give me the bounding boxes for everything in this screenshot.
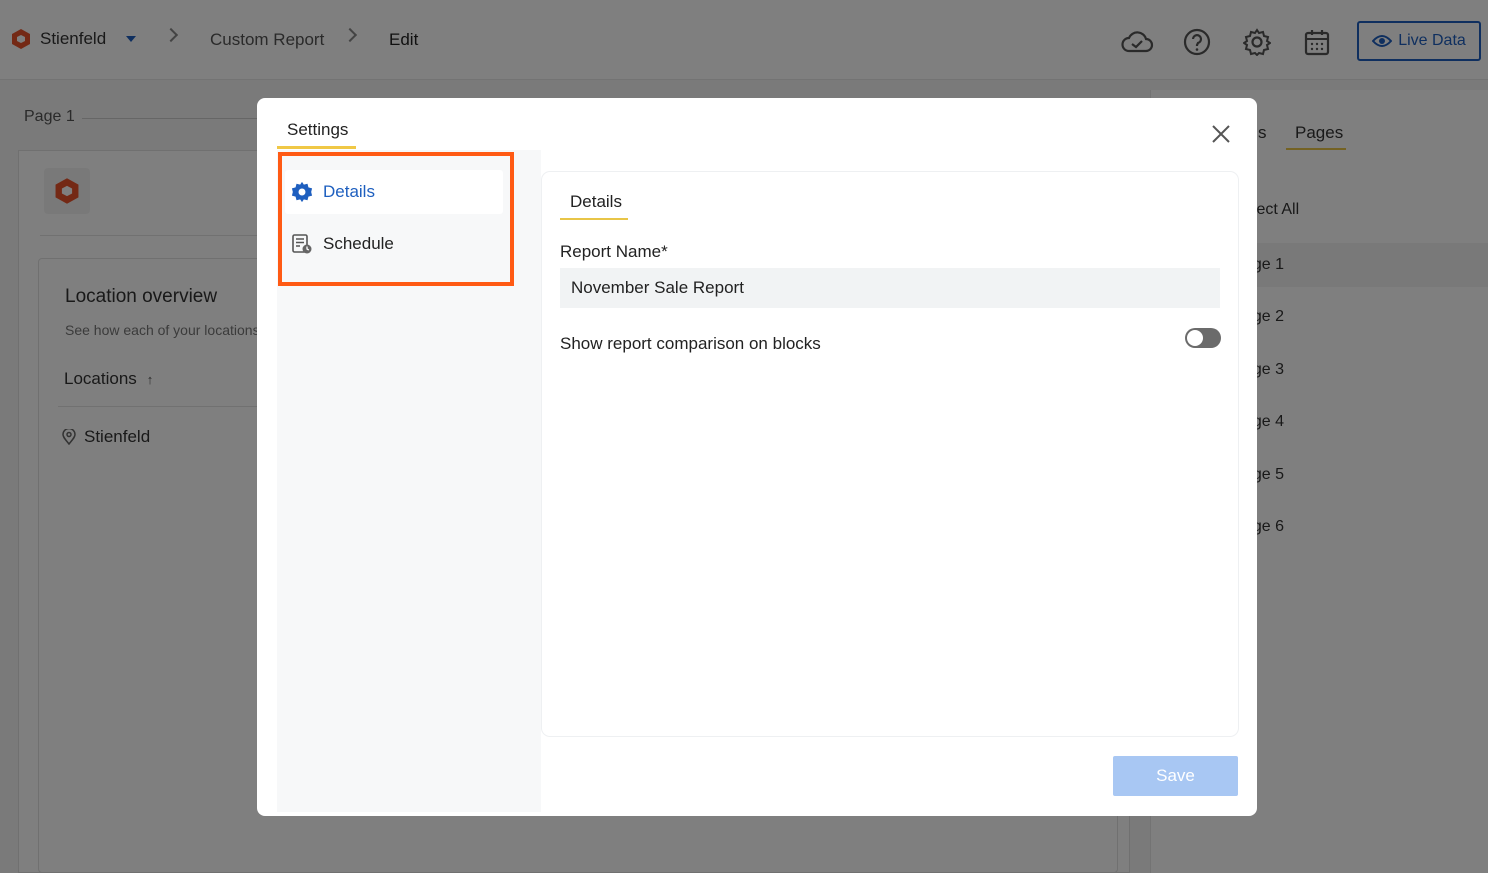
nav-item-details[interactable]: Details bbox=[285, 170, 503, 214]
tab-underline bbox=[560, 218, 628, 220]
nav-item-label: Details bbox=[323, 182, 375, 201]
nav-item-label: Schedule bbox=[323, 234, 394, 253]
toggle-knob bbox=[1187, 330, 1203, 346]
close-icon bbox=[1212, 125, 1230, 143]
report-name-input[interactable] bbox=[560, 268, 1220, 308]
gear-icon bbox=[291, 181, 313, 203]
close-button[interactable] bbox=[1207, 120, 1235, 148]
modal-title: Settings bbox=[287, 120, 349, 139]
tab-underline bbox=[277, 146, 356, 149]
nav-item-schedule[interactable]: Schedule bbox=[285, 222, 503, 266]
report-name-label: Report Name* bbox=[560, 242, 668, 261]
tab-details[interactable]: Details bbox=[570, 192, 622, 212]
comparison-toggle[interactable] bbox=[1185, 328, 1221, 348]
comparison-toggle-label: Show report comparison on blocks bbox=[560, 334, 821, 353]
save-button[interactable]: Save bbox=[1113, 756, 1238, 796]
details-panel: Details Report Name* Show report compari… bbox=[542, 172, 1238, 736]
schedule-icon bbox=[292, 234, 312, 254]
settings-modal: Settings Details Schedule Details Report… bbox=[257, 98, 1257, 816]
